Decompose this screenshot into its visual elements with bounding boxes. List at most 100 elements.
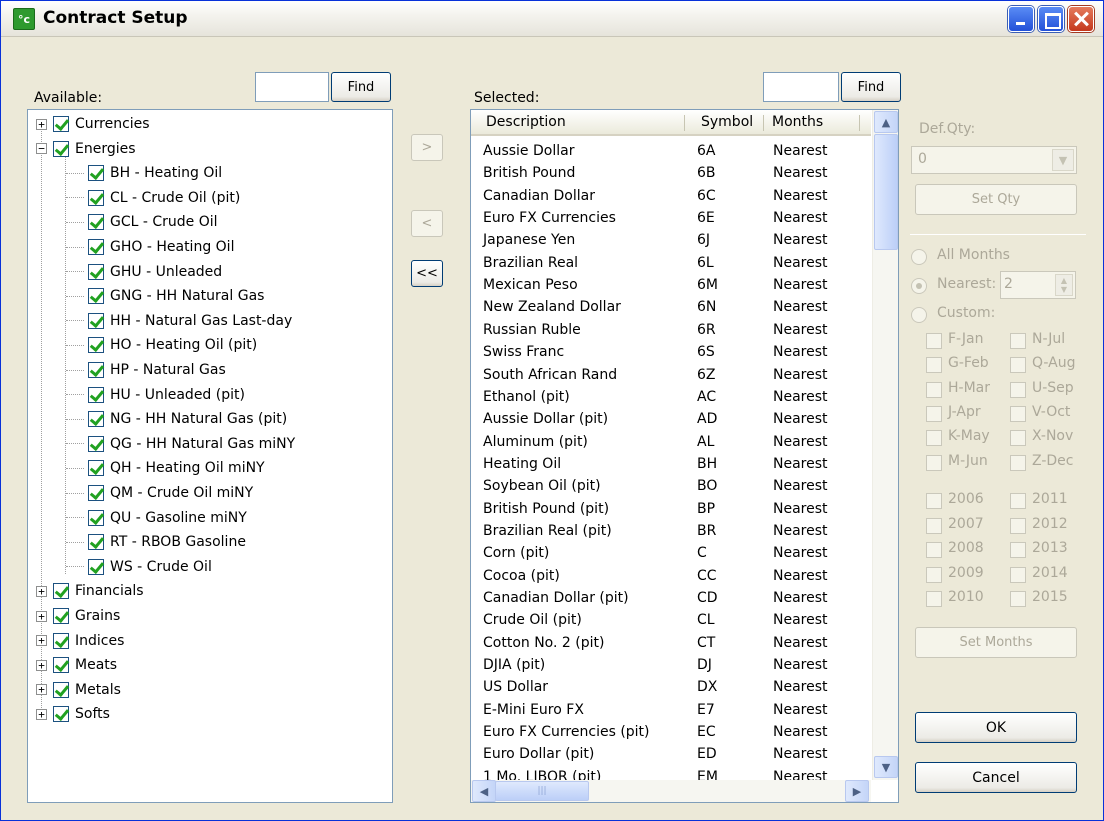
list-row[interactable]: Brazilian Real (pit) BR Nearest (471, 521, 871, 543)
month-checkbox[interactable] (926, 430, 942, 447)
tree-checkbox[interactable] (88, 263, 104, 280)
tree-checkbox[interactable] (88, 435, 104, 452)
list-row[interactable]: Corn (pit) C Nearest (471, 543, 871, 565)
set-qty-button[interactable]: Set Qty (915, 184, 1077, 215)
horizontal-scrollbar[interactable]: ◀ ||| ▶ (471, 780, 871, 802)
list-row[interactable]: Canadian Dollar (pit) CD Nearest (471, 588, 871, 610)
tree-checkbox[interactable] (88, 165, 104, 182)
tree-item[interactable]: QM - Crude Oil miNY (66, 481, 253, 505)
list-row[interactable]: South African Rand 6Z Nearest (471, 365, 871, 387)
year-checkbox[interactable] (1010, 591, 1026, 607)
tree-checkbox[interactable] (53, 608, 69, 624)
list-row[interactable]: British Pound (pit) BP Nearest (471, 499, 871, 521)
tree-checkbox[interactable] (53, 657, 69, 674)
set-months-button[interactable]: Set Months (915, 627, 1077, 658)
tree-checkbox[interactable] (53, 632, 69, 649)
month-checkbox[interactable] (926, 405, 942, 422)
month-checkbox[interactable] (1010, 430, 1026, 447)
tree-item[interactable]: QG - HH Natural Gas miNY (66, 432, 295, 456)
list-row[interactable]: Euro FX Currencies (pit) EC Nearest (471, 722, 871, 744)
tree-checkbox[interactable] (88, 312, 104, 329)
tree-group[interactable]: + Financials (36, 579, 144, 603)
list-row[interactable]: Russian Ruble 6R Nearest (471, 320, 871, 342)
tree-item[interactable]: QH - Heating Oil miNY (66, 456, 265, 480)
expand-icon[interactable]: + (36, 610, 47, 622)
scroll-right-icon[interactable]: ▶ (845, 780, 869, 802)
tree-item[interactable]: GHO - Heating Oil (66, 235, 234, 259)
year-checkbox[interactable] (926, 493, 942, 509)
year-checkbox[interactable] (1010, 542, 1026, 558)
add-button[interactable]: > (411, 134, 443, 161)
tree-checkbox[interactable] (88, 362, 104, 378)
all-months-radio[interactable] (911, 249, 927, 265)
tree-checkbox[interactable] (88, 239, 104, 255)
def-qty-select[interactable]: 0 ▼ (911, 146, 1077, 174)
month-checkbox[interactable] (926, 381, 942, 398)
available-find-input[interactable] (255, 72, 329, 102)
tree-checkbox[interactable] (88, 386, 104, 403)
tree-checkbox[interactable] (53, 706, 69, 723)
tree-checkbox[interactable] (88, 189, 104, 206)
vertical-scroll-thumb[interactable] (874, 134, 898, 250)
list-row[interactable]: Canadian Dollar 6C Nearest (471, 186, 871, 208)
available-find-button[interactable]: Find (331, 72, 391, 102)
month-checkbox[interactable] (1010, 381, 1026, 398)
tree-checkbox[interactable] (88, 411, 104, 428)
list-row[interactable]: New Zealand Dollar 6N Nearest (471, 297, 871, 319)
list-row[interactable]: Crude Oil (pit) CL Nearest (471, 610, 871, 632)
tree-item[interactable]: NG - HH Natural Gas (pit) (66, 407, 287, 431)
tree-checkbox[interactable] (88, 288, 104, 305)
month-checkbox[interactable] (926, 357, 942, 374)
nearest-radio[interactable] (911, 278, 927, 294)
tree-item[interactable]: RT - RBOB Gasoline (66, 530, 246, 554)
list-row[interactable]: Soybean Oil (pit) BO Nearest (471, 476, 871, 498)
tree-checkbox[interactable] (88, 214, 104, 231)
remove-button[interactable]: < (411, 210, 443, 237)
month-checkbox[interactable] (926, 333, 942, 349)
expand-icon[interactable]: + (36, 585, 47, 597)
close-button[interactable] (1068, 6, 1094, 32)
expand-icon[interactable]: + (36, 635, 47, 647)
year-checkbox[interactable] (1010, 517, 1026, 534)
month-checkbox[interactable] (1010, 357, 1026, 374)
list-row[interactable]: Aussie Dollar 6A Nearest (471, 141, 871, 163)
tree-checkbox[interactable] (88, 460, 104, 477)
horizontal-scroll-thumb[interactable]: ||| (495, 781, 589, 801)
scroll-up-icon[interactable]: ▲ (874, 111, 898, 133)
tree-group[interactable]: + Grains (36, 604, 120, 628)
list-row[interactable]: E-Mini Euro FX E7 Nearest (471, 700, 871, 722)
month-checkbox[interactable] (1010, 454, 1026, 471)
list-row[interactable]: DJIA (pit) DJ Nearest (471, 655, 871, 677)
list-row[interactable]: Brazilian Real 6L Nearest (471, 253, 871, 275)
tree-group[interactable]: + Softs (36, 702, 110, 726)
month-checkbox[interactable] (926, 454, 942, 471)
column-header-symbol[interactable]: Symbol (701, 114, 753, 130)
maximize-button[interactable] (1038, 6, 1064, 32)
tree-item[interactable]: HH - Natural Gas Last-day (66, 309, 292, 333)
list-row[interactable]: Euro Dollar (pit) ED Nearest (471, 744, 871, 766)
spinner-arrows-icon[interactable]: ▲ ▼ (1055, 274, 1073, 296)
tree-item[interactable]: HP - Natural Gas (66, 358, 226, 382)
list-row[interactable]: Euro FX Currencies 6E Nearest (471, 208, 871, 230)
column-header-months[interactable]: Months (772, 114, 823, 130)
tree-checkbox[interactable] (88, 509, 104, 526)
list-row[interactable]: Cotton No. 2 (pit) CT Nearest (471, 633, 871, 655)
selected-list[interactable]: Description Symbol Months Aussie Dollar 6… (470, 109, 899, 803)
tree-group[interactable]: + Meats (36, 653, 117, 677)
tree-checkbox[interactable] (53, 681, 69, 698)
column-header-description[interactable]: Description (486, 114, 566, 130)
title-bar[interactable]: °c Contract Setup (1, 1, 1103, 37)
tree-item[interactable]: GHU - Unleaded (66, 260, 222, 284)
tree-checkbox[interactable] (88, 534, 104, 551)
tree-group[interactable]: − Energies (36, 137, 136, 161)
selected-find-input[interactable] (763, 72, 839, 102)
list-row[interactable]: Mexican Peso 6M Nearest (471, 275, 871, 297)
year-checkbox[interactable] (926, 591, 942, 607)
year-checkbox[interactable] (1010, 566, 1026, 583)
tree-item[interactable]: HO - Heating Oil (pit) (66, 333, 257, 357)
scroll-left-icon[interactable]: ◀ (472, 780, 496, 802)
scroll-down-icon[interactable]: ▼ (874, 756, 898, 778)
tree-group[interactable]: + Indices (36, 629, 124, 653)
list-row[interactable]: Aluminum (pit) AL Nearest (471, 432, 871, 454)
tree-checkbox[interactable] (88, 485, 104, 501)
